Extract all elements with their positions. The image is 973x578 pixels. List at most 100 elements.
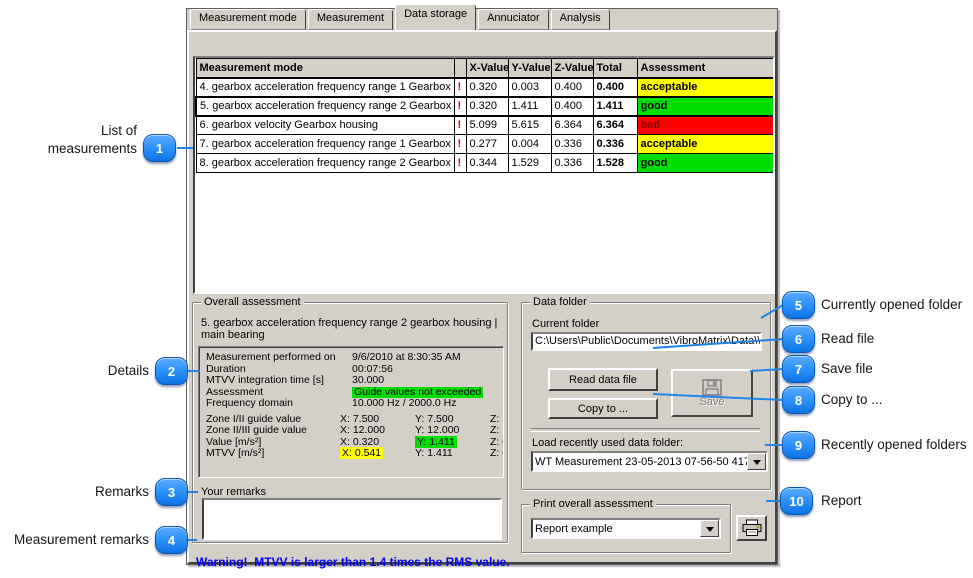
callout-label-copy-to: Copy to ... <box>821 391 883 409</box>
print-assessment-group-label: Print overall assessment <box>530 498 656 510</box>
callout-badge-8: 8 <box>782 386 815 414</box>
read-data-file-button[interactable]: Read data file <box>548 368 658 391</box>
tab-page: Measurement mode X-Value Y-Value Z-Value… <box>187 30 777 564</box>
floppy-disk-icon <box>702 379 722 396</box>
report-combobox[interactable]: Report example <box>531 518 721 539</box>
z-value: Z: 0.400 <box>490 448 504 460</box>
y-value-highlighted: Y: 1.411 <box>415 436 457 448</box>
detail-label: Frequency domain <box>206 398 352 410</box>
report-value: Report example <box>533 523 700 535</box>
callout-badge-10: 10 <box>780 487 813 515</box>
assessment-badge: bad <box>637 116 774 135</box>
detail-label: Measurement performed on <box>206 352 352 364</box>
table-row[interactable]: 4. gearbox acceleration frequency range … <box>196 78 774 97</box>
cell-total: 1.528 <box>593 154 637 173</box>
detail-value: 10.000 Hz / 2000.0 Hz <box>352 398 456 410</box>
table-row[interactable]: 7. gearbox acceleration frequency range … <box>196 135 774 154</box>
col-measurement-mode: Measurement mode <box>196 59 454 78</box>
warning-flag: ! <box>454 116 466 135</box>
detail-label: Zone II/III guide value <box>206 425 340 437</box>
callout-badge-6: 6 <box>782 325 815 353</box>
callout-label-remarks: Remarks <box>95 483 149 501</box>
callout-badge-5: 5 <box>782 291 815 319</box>
tab-data-storage[interactable]: Data storage <box>395 4 476 30</box>
cell-y: 1.529 <box>508 154 551 173</box>
cell-x: 5.099 <box>466 116 508 135</box>
cell-total: 0.336 <box>593 135 637 154</box>
chevron-down-icon <box>753 460 761 469</box>
data-folder-group: Data folder Current folder C:\Users\Publ… <box>521 302 771 490</box>
cell-y: 0.003 <box>508 78 551 97</box>
application-window: Measurement mode Measurement Data storag… <box>186 8 778 565</box>
tab-analysis[interactable]: Analysis <box>551 9 610 30</box>
warning-flag: ! <box>454 154 466 173</box>
assessment-badge: acceptable <box>637 135 774 154</box>
detail-row: Measurement performed on 9/6/2010 at 8:3… <box>206 352 503 364</box>
dropdown-button[interactable] <box>700 520 719 537</box>
recent-folder-combobox[interactable]: WT Measurement 23-05-2013 07-56-50 4172 <box>531 451 768 472</box>
cell-z: 0.336 <box>551 135 593 154</box>
copy-to-button[interactable]: Copy to ... <box>548 398 658 419</box>
print-report-button[interactable] <box>736 515 767 541</box>
table-row-selected[interactable]: 5. gearbox acceleration frequency range … <box>196 97 774 116</box>
recent-folder-label: Load recently used data folder: <box>532 437 683 449</box>
cell-x: 0.344 <box>466 154 508 173</box>
dropdown-button[interactable] <box>747 453 766 470</box>
callout-label-read-file: Read file <box>821 330 874 348</box>
cell-y: 1.411 <box>508 97 551 116</box>
measurement-list: Measurement mode X-Value Y-Value Z-Value… <box>193 56 775 294</box>
callout-badge-9: 9 <box>782 431 815 459</box>
y-value: Y: 1.411 <box>415 448 490 460</box>
detail-label: MTVV integration time [s] <box>206 375 352 387</box>
cell-z: 0.400 <box>551 78 593 97</box>
save-button-label: Save <box>699 396 724 408</box>
callout-label-currently-opened-folder: Currently opened folder <box>821 296 962 314</box>
current-folder-field[interactable]: C:\Users\Public\Documents\VibroMatrix\Da… <box>531 332 762 351</box>
measurement-table: Measurement mode X-Value Y-Value Z-Value… <box>195 58 775 173</box>
callout-badge-7: 7 <box>782 355 815 383</box>
callout-label-recently-opened-folders: Recently opened folders <box>821 436 967 454</box>
assessment-badge: acceptable <box>637 78 774 97</box>
tab-measurement[interactable]: Measurement <box>308 9 393 30</box>
save-button[interactable]: Save <box>671 369 753 417</box>
detail-xyz-row: MTVV [m/s²] X: 0.541 Y: 1.411 Z: 0.400 <box>206 448 503 460</box>
col-assessment: Assessment <box>637 59 774 78</box>
detail-row: Frequency domain 10.000 Hz / 2000.0 Hz <box>206 398 503 410</box>
table-row[interactable]: 6. gearbox velocity Gearbox housing ! 5.… <box>196 116 774 135</box>
callout-label-save-file: Save file <box>821 360 873 378</box>
col-z-value: Z-Value <box>551 59 593 78</box>
cell-x: 0.320 <box>466 97 508 116</box>
cell-y: 5.615 <box>508 116 551 135</box>
print-assessment-group: Print overall assessment Report example <box>521 504 731 553</box>
warning-flag: ! <box>454 135 466 154</box>
table-header-row: Measurement mode X-Value Y-Value Z-Value… <box>196 59 774 78</box>
detail-label: MTVV [m/s²] <box>206 448 340 460</box>
table-row[interactable]: 8. gearbox acceleration frequency range … <box>196 154 774 173</box>
cell-total: 1.411 <box>593 97 637 116</box>
col-total: Total <box>593 59 637 78</box>
x-value: X: 12.000 <box>340 425 415 437</box>
detail-row: MTVV integration time [s] 30.000 <box>206 375 503 387</box>
callout-badge-3: 3 <box>155 478 188 506</box>
cell-y: 0.004 <box>508 135 551 154</box>
remarks-textarea[interactable] <box>202 498 502 540</box>
cell-total: 0.400 <box>593 78 637 97</box>
overall-assessment-group-label: Overall assessment <box>201 296 304 308</box>
cell-name: 5. gearbox acceleration frequency range … <box>196 97 454 116</box>
cell-x: 0.320 <box>466 78 508 97</box>
detail-value: 9/6/2010 at 8:30:35 AM <box>352 352 461 364</box>
col-y-value: Y-Value <box>508 59 551 78</box>
tab-measurement-mode[interactable]: Measurement mode <box>190 9 306 30</box>
warning-flag: ! <box>454 97 466 116</box>
col-x-value: X-Value <box>466 59 508 78</box>
cell-z: 6.364 <box>551 116 593 135</box>
callout-label-details: Details <box>108 362 149 380</box>
recent-folder-value: WT Measurement 23-05-2013 07-56-50 4172 <box>533 456 747 468</box>
overall-assessment-group: Overall assessment 5. gearbox accelerati… <box>192 302 508 543</box>
tab-annuciator[interactable]: Annuciator <box>478 9 549 30</box>
printer-icon <box>741 519 763 537</box>
callout-badge-1: 1 <box>143 134 176 162</box>
callout-label-measurement-remarks: Measurement remarks <box>14 531 149 549</box>
callout-label-report: Report <box>821 492 862 510</box>
cell-x: 0.277 <box>466 135 508 154</box>
